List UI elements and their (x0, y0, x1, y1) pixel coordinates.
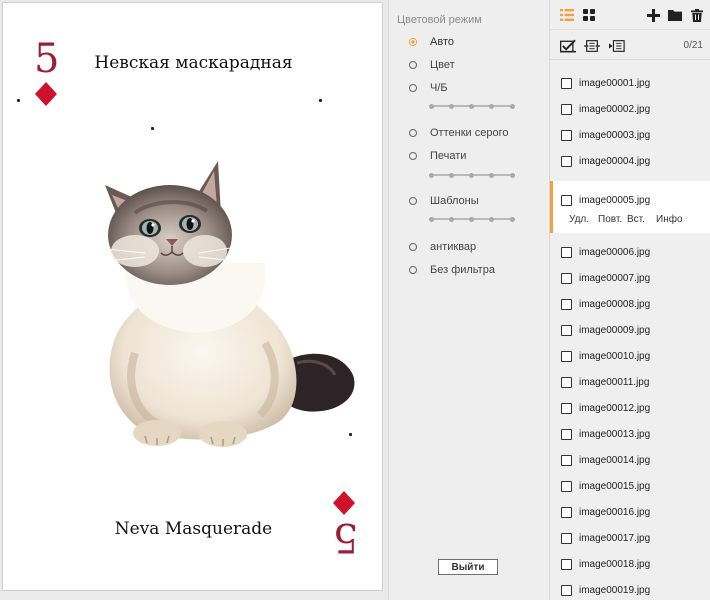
list-view-icon[interactable] (559, 7, 575, 23)
file-item[interactable]: image00019.jpg (550, 581, 710, 599)
checkbox-icon[interactable] (561, 428, 572, 440)
file-item[interactable]: image00014.jpg (550, 451, 710, 469)
scan-speck (349, 433, 352, 436)
selection-toolbar: 0/21 (550, 32, 710, 60)
scan-speck (151, 127, 154, 130)
color-mode-panel: Цветовой режим Авто Цвет Ч/Б Оттенки сер… (388, 0, 549, 600)
checkbox-icon[interactable] (561, 584, 572, 596)
card-title-en: Neva Masquerade (114, 519, 273, 539)
file-item[interactable]: image00001.jpg (550, 74, 710, 92)
checkbox-icon[interactable] (561, 298, 572, 310)
file-item[interactable]: image00017.jpg (550, 529, 710, 547)
mode-option-no-filter[interactable]: Без фильтра (409, 263, 495, 277)
rotate-page-icon[interactable] (609, 38, 625, 54)
checkbox-icon[interactable] (561, 129, 572, 141)
file-item[interactable]: image00003.jpg (550, 126, 710, 144)
checkbox-icon[interactable] (561, 480, 572, 492)
scan-speck (17, 99, 20, 102)
checkbox-icon[interactable] (561, 402, 572, 414)
playing-card-image: 5 Невская маскарадная Neva Masquerade 5 (2, 2, 383, 591)
checkbox-icon[interactable] (561, 272, 572, 284)
file-item[interactable]: image00006.jpg (550, 243, 710, 261)
mode-option-bw[interactable]: Ч/Б (409, 81, 448, 95)
checkbox-icon[interactable] (561, 506, 572, 518)
print-level-slider[interactable] (429, 172, 515, 178)
file-list-panel: 0/21 image00001.jpg image00002.jpg image… (549, 0, 710, 600)
radio-icon (409, 152, 417, 160)
file-item[interactable]: image00002.jpg (550, 100, 710, 118)
diamond-icon (333, 491, 355, 515)
preview-area: 5 Невская маскарадная Neva Masquerade 5 (0, 0, 388, 600)
select-all-icon[interactable] (560, 38, 576, 54)
mode-option-color[interactable]: Цвет (409, 58, 455, 72)
diamond-icon (35, 82, 57, 106)
radio-icon (409, 129, 417, 137)
checkbox-icon[interactable] (561, 103, 572, 115)
color-mode-title: Цветовой режим (397, 14, 482, 26)
checkbox-icon[interactable] (561, 155, 572, 167)
file-item[interactable]: image00008.jpg (550, 295, 710, 313)
folder-icon[interactable] (667, 7, 683, 23)
radio-icon (409, 197, 417, 205)
mode-option-print[interactable]: Печати (409, 149, 466, 163)
mode-option-antique[interactable]: антиквар (409, 240, 476, 254)
file-item[interactable]: image00012.jpg (550, 399, 710, 417)
file-item[interactable]: image00011.jpg (550, 373, 710, 391)
selected-file-item[interactable]: image00005.jpg Удл. Повт. Вст. Инфо (550, 181, 710, 233)
selection-counter: 0/21 (683, 40, 703, 51)
checkbox-icon[interactable] (561, 454, 572, 466)
repeat-action[interactable]: Повт. (598, 214, 622, 225)
checkbox-icon[interactable] (561, 246, 572, 258)
file-item[interactable]: image00004.jpg (550, 152, 710, 170)
radio-icon (409, 243, 417, 251)
checkbox-icon[interactable] (561, 194, 572, 206)
insert-action[interactable]: Вст. (627, 214, 645, 225)
checkbox-icon[interactable] (561, 350, 572, 362)
cat-photo (104, 161, 355, 447)
checkbox-icon[interactable] (561, 558, 572, 570)
radio-icon (409, 61, 417, 69)
templates-level-slider[interactable] (429, 216, 515, 222)
mode-option-templates[interactable]: Шаблоны (409, 194, 479, 208)
card-rank-bottom: 5 (333, 514, 359, 560)
file-item[interactable]: image00007.jpg (550, 269, 710, 287)
radio-icon (409, 84, 417, 92)
radio-icon (409, 266, 417, 274)
checkbox-icon[interactable] (561, 376, 572, 388)
file-toolbar (550, 0, 710, 30)
bw-threshold-slider[interactable] (429, 103, 515, 109)
add-icon[interactable] (645, 7, 661, 23)
mode-option-auto[interactable]: Авто (409, 35, 454, 49)
radio-checked-icon (409, 38, 417, 46)
mode-option-grayscale[interactable]: Оттенки серого (409, 126, 508, 140)
checkbox-icon[interactable] (561, 532, 572, 544)
file-item[interactable]: image00005.jpg (553, 191, 710, 209)
file-item[interactable]: image00016.jpg (550, 503, 710, 521)
grid-view-icon[interactable] (581, 7, 597, 23)
scan-speck (319, 99, 322, 102)
move-icon[interactable] (584, 38, 600, 54)
checkbox-icon[interactable] (561, 324, 572, 336)
trash-icon[interactable] (689, 7, 705, 23)
file-item[interactable]: image00013.jpg (550, 425, 710, 443)
checkbox-icon[interactable] (561, 77, 572, 89)
file-item[interactable]: image00010.jpg (550, 347, 710, 365)
exit-button[interactable]: Выйти (438, 559, 498, 575)
info-action[interactable]: Инфо (656, 214, 683, 225)
file-item[interactable]: image00009.jpg (550, 321, 710, 339)
card-title-ru: Невская маскарадная (94, 53, 293, 73)
delete-action[interactable]: Удл. (569, 214, 589, 225)
file-item[interactable]: image00018.jpg (550, 555, 710, 573)
file-item[interactable]: image00015.jpg (550, 477, 710, 495)
